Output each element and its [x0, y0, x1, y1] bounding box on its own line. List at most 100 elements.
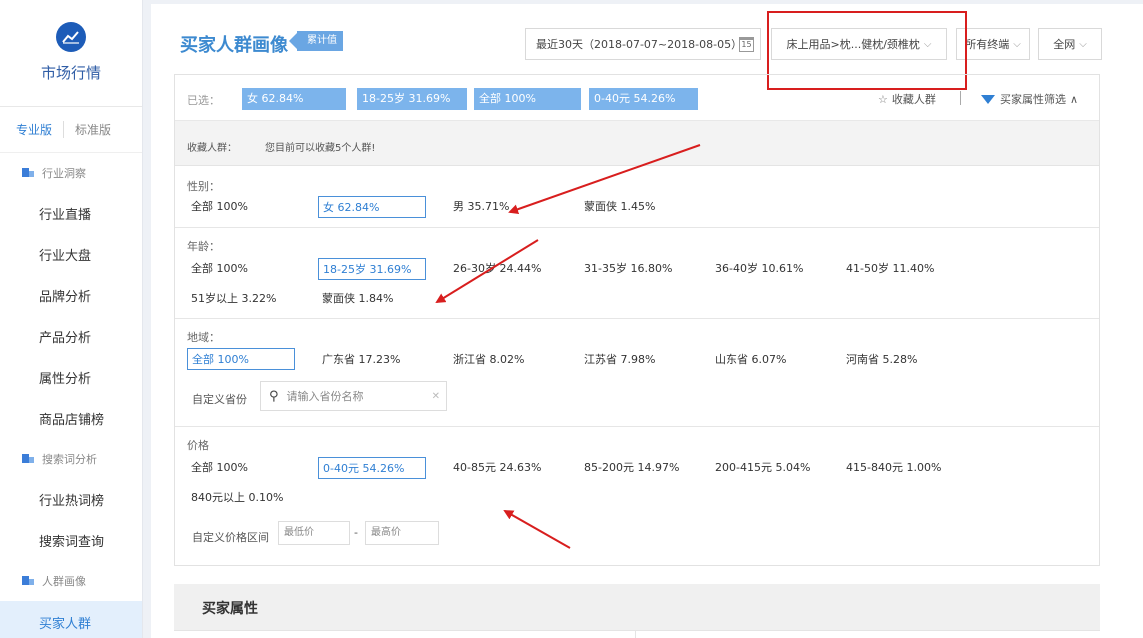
buyer-attributes-title: 买家属性: [202, 601, 258, 617]
sidebar-item-hot-words[interactable]: 行业热词榜: [0, 479, 142, 520]
age-option-26-30[interactable]: 26-30岁 24.44%: [449, 258, 541, 280]
page-header: 买家人群画像 累计值 最近30天（2018-07-07~2018-08-05） …: [151, 4, 1143, 90]
selected-row: 已选： 女 62.84% 18-25岁 31.69% 全部 100% 0-40元…: [175, 75, 1099, 121]
main-panel: 买家人群画像 累计值 最近30天（2018-07-07~2018-08-05） …: [151, 4, 1143, 638]
custom-province-label: 自定义省份: [192, 393, 247, 406]
sidebar-item-shop-ranking[interactable]: 商品店铺榜: [0, 398, 142, 439]
star-icon: ☆: [878, 93, 888, 106]
gender-option-male[interactable]: 男 35.71%: [449, 196, 509, 218]
province-search-input[interactable]: ⚲ 请输入省份名称 ✕: [260, 381, 447, 411]
price-option-85-200[interactable]: 85-200元 14.97%: [580, 457, 679, 479]
max-price-input[interactable]: 最高价: [365, 521, 439, 545]
chevron-down-icon: ⌵: [1013, 38, 1021, 50]
nav-group-industry: 行业洞察: [0, 153, 142, 193]
selected-chip-price[interactable]: 0-40元 54.26%: [589, 88, 698, 110]
sidebar-item-industry-live[interactable]: 行业直播: [0, 193, 142, 234]
price-title: 价格: [187, 439, 209, 452]
calendar-icon: 15: [739, 37, 754, 52]
region-option-jiangsu[interactable]: 江苏省 7.98%: [580, 349, 655, 371]
age-option-41-50[interactable]: 41-50岁 11.40%: [842, 258, 934, 280]
price-option-840-plus[interactable]: 840元以上 0.10%: [187, 487, 283, 509]
selected-chip-region[interactable]: 全部 100%: [474, 88, 581, 110]
age-option-31-35[interactable]: 31-35岁 16.80%: [580, 258, 672, 280]
cumulative-badge: 累计值: [289, 31, 343, 51]
sidebar-item-product-analysis[interactable]: 产品分析: [0, 316, 142, 357]
sidebar: 市场行情 专业版 标准版 行业洞察 行业直播 行业大盘 品牌分析 产品分析 属性…: [0, 0, 143, 638]
gender-option-all[interactable]: 全部 100%: [187, 196, 248, 218]
region-title: 地域：: [187, 331, 220, 344]
price-option-40-85[interactable]: 40-85元 24.63%: [449, 457, 541, 479]
chevron-down-icon: ⌵: [1079, 38, 1087, 50]
min-price-input[interactable]: 最低价: [278, 521, 350, 545]
clear-icon[interactable]: ✕: [432, 391, 440, 402]
age-option-36-40[interactable]: 36-40岁 10.61%: [711, 258, 803, 280]
favorite-hint: 您目前可以收藏5个人群!: [265, 143, 376, 154]
price-option-all[interactable]: 全部 100%: [187, 457, 248, 479]
selected-chip-gender[interactable]: 女 62.84%: [242, 88, 346, 110]
age-title: 年龄：: [187, 240, 220, 253]
date-range-text: 最近30天（2018-07-07~2018-08-05）: [536, 38, 743, 51]
sidebar-item-brand-analysis[interactable]: 品牌分析: [0, 275, 142, 316]
province-search-placeholder: 请输入省份名称: [286, 390, 364, 403]
building-icon: [22, 452, 34, 466]
terminal-dropdown[interactable]: 所有终端 ⌵: [956, 28, 1030, 60]
nav-group-label: 搜索词分析: [42, 453, 97, 466]
filter-panel: 已选： 女 62.84% 18-25岁 31.69% 全部 100% 0-40元…: [174, 74, 1100, 566]
buyer-attribute-filter-button[interactable]: 买家属性筛选 ∧: [981, 91, 1078, 107]
version-std-tab[interactable]: 标准版: [64, 121, 111, 138]
custom-price-label: 自定义价格区间: [192, 531, 269, 544]
sidebar-title: 市场行情: [40, 64, 101, 82]
gender-option-female[interactable]: 女 62.84%: [318, 196, 426, 218]
funnel-icon: [981, 94, 995, 104]
region-option-guangdong[interactable]: 广东省 17.23%: [318, 349, 400, 371]
sidebar-item-search-query[interactable]: 搜索词查询: [0, 520, 142, 561]
page-title: 买家人群画像: [180, 35, 288, 56]
region-section: 地域： 全部 100% 广东省 17.23% 浙江省 8.02% 江苏省 7.9…: [175, 319, 1099, 427]
price-option-200-415[interactable]: 200-415元 5.04%: [711, 457, 810, 479]
age-option-51-plus[interactable]: 51岁以上 3.22%: [187, 288, 276, 310]
version-pro-tab[interactable]: 专业版: [16, 121, 65, 138]
sidebar-item-buyer-audience[interactable]: 买家人群: [0, 601, 142, 638]
nav-group-label: 行业洞察: [42, 167, 86, 180]
sidebar-item-attribute-analysis[interactable]: 属性分析: [0, 357, 142, 398]
market-chart-icon: [56, 22, 86, 52]
building-icon: [22, 574, 34, 588]
divider: [960, 91, 961, 105]
age-option-18-25[interactable]: 18-25岁 31.69%: [318, 258, 426, 280]
version-switch: 专业版 标准版: [0, 107, 142, 153]
gender-title: 性别：: [187, 180, 220, 193]
terminal-value: 所有终端: [965, 38, 1010, 51]
price-option-0-40[interactable]: 0-40元 54.26%: [318, 457, 426, 479]
nav-group-label: 人群画像: [42, 575, 86, 588]
buyer-attributes-section: 买家属性: [174, 584, 1100, 630]
network-dropdown[interactable]: 全网 ⌵: [1038, 28, 1102, 60]
building-icon: [22, 166, 34, 180]
region-option-all[interactable]: 全部 100%: [187, 348, 295, 370]
favorite-audience-button[interactable]: ☆ 收藏人群: [878, 91, 936, 107]
nav-group-audience: 人群画像: [0, 561, 142, 601]
selected-chip-age[interactable]: 18-25岁 31.69%: [357, 88, 467, 110]
divider: [174, 630, 1100, 631]
age-section: 年龄： 全部 100% 18-25岁 31.69% 26-30岁 24.44% …: [175, 228, 1099, 319]
age-option-unknown[interactable]: 蒙面侠 1.84%: [318, 288, 393, 310]
region-option-shandong[interactable]: 山东省 6.07%: [711, 349, 786, 371]
sidebar-brand: 市场行情: [0, 0, 142, 107]
sidebar-item-industry-overview[interactable]: 行业大盘: [0, 234, 142, 275]
favorite-audience-label: 收藏人群: [891, 93, 936, 106]
region-option-henan[interactable]: 河南省 5.28%: [842, 349, 917, 371]
region-option-zhejiang[interactable]: 浙江省 8.02%: [449, 349, 524, 371]
divider: [635, 631, 636, 638]
nav-group-search: 搜索词分析: [0, 439, 142, 479]
favorite-label: 收藏人群：: [187, 143, 237, 154]
favorite-row: 收藏人群： 您目前可以收藏5个人群!: [175, 121, 1099, 166]
network-value: 全网: [1053, 38, 1076, 51]
chevron-up-icon: ∧: [1070, 92, 1079, 106]
price-option-415-840[interactable]: 415-840元 1.00%: [842, 457, 941, 479]
age-option-all[interactable]: 全部 100%: [187, 258, 248, 280]
date-range-picker[interactable]: 最近30天（2018-07-07~2018-08-05） 15: [525, 28, 761, 60]
gender-option-unknown[interactable]: 蒙面侠 1.45%: [580, 196, 655, 218]
gender-section: 性别： 全部 100% 女 62.84% 男 35.71% 蒙面侠 1.45%: [175, 166, 1099, 228]
price-section: 价格 全部 100% 0-40元 54.26% 40-85元 24.63% 85…: [175, 427, 1099, 567]
search-icon: ⚲: [269, 388, 279, 404]
price-range-dash: -: [354, 526, 358, 539]
